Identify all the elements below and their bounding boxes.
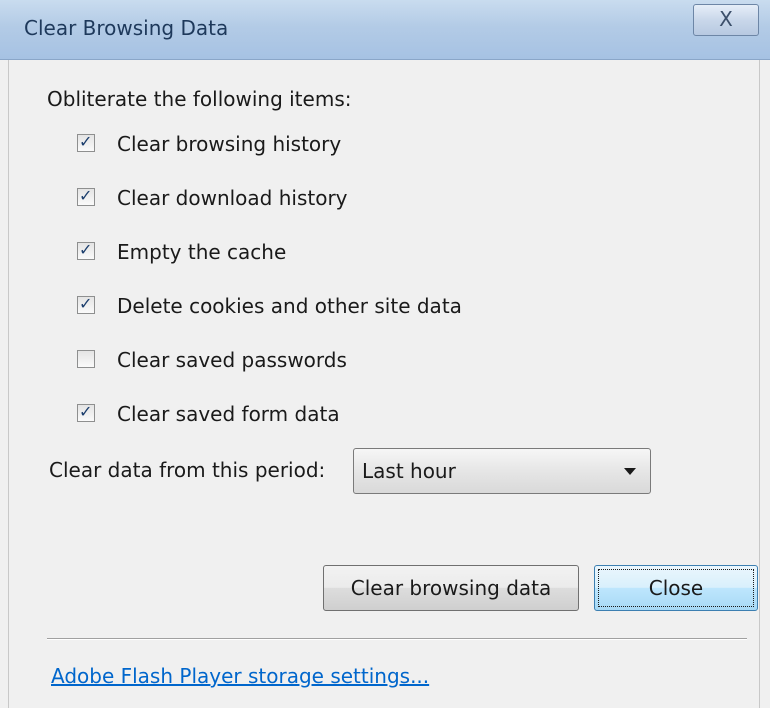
close-button[interactable]: Close <box>594 565 758 611</box>
period-select[interactable]: Last hour <box>353 448 651 494</box>
close-window-button[interactable]: X <box>693 4 759 36</box>
flash-storage-settings-link[interactable]: Adobe Flash Player storage settings... <box>51 664 429 688</box>
close-icon: X <box>719 7 733 31</box>
check-icon: ✓ <box>79 186 93 205</box>
close-button-label: Close <box>648 576 704 600</box>
divider <box>47 638 747 640</box>
checkbox-label: Delete cookies and other site data <box>117 294 462 318</box>
clear-browsing-data-dialog: Clear Browsing Data X Obliterate the fol… <box>0 0 770 708</box>
checkbox-label: Clear download history <box>117 186 348 210</box>
chevron-down-icon <box>624 468 636 475</box>
checkbox-empty-cache[interactable]: ✓ <box>77 240 95 260</box>
check-icon: ✓ <box>79 402 93 421</box>
checkbox-browsing-history[interactable]: ✓ <box>77 132 95 152</box>
checkbox-label: Clear browsing history <box>117 132 342 156</box>
dialog-content: Obliterate the following items: ✓ Clear … <box>8 60 760 708</box>
checkbox-delete-cookies[interactable]: ✓ <box>77 294 95 314</box>
check-icon: ✓ <box>79 240 93 259</box>
checkbox-saved-form-data[interactable]: ✓ <box>77 402 95 422</box>
clear-browsing-data-button[interactable]: Clear browsing data <box>323 565 579 611</box>
check-icon: ✓ <box>79 132 93 151</box>
checkbox-label: Clear saved form data <box>117 402 340 426</box>
checkbox-download-history[interactable]: ✓ <box>77 186 95 206</box>
check-icon: ✓ <box>79 294 93 313</box>
title-bar[interactable]: Clear Browsing Data X <box>0 0 770 60</box>
checkbox-label: Clear saved passwords <box>117 348 347 372</box>
period-selected-value: Last hour <box>362 459 456 483</box>
checkbox-saved-passwords[interactable] <box>77 350 95 368</box>
items-heading: Obliterate the following items: <box>47 87 352 111</box>
checkbox-label: Empty the cache <box>117 240 287 264</box>
period-label: Clear data from this period: <box>49 458 326 482</box>
window-title: Clear Browsing Data <box>24 16 229 40</box>
